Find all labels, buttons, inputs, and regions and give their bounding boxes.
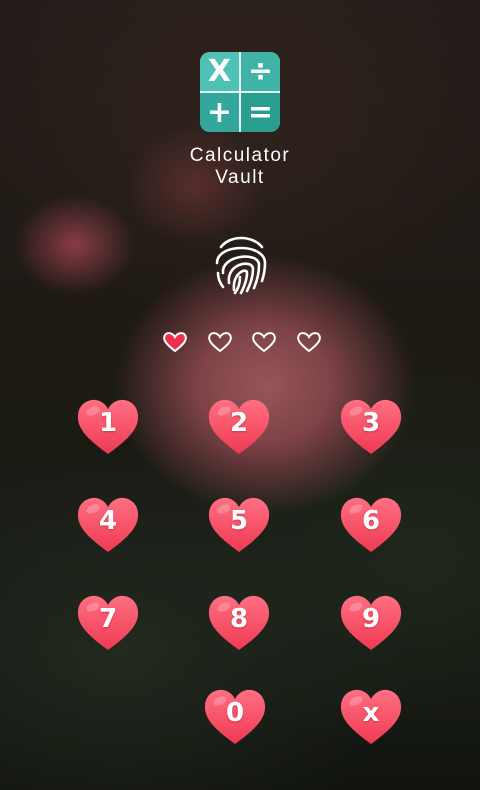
key-delete-button[interactable]: x bbox=[339, 688, 403, 746]
calculator-logo-icon: X ÷ + = bbox=[200, 52, 280, 132]
app-title: Calculator Vault bbox=[140, 145, 340, 189]
pin-dot-2-heart-outline-icon bbox=[207, 332, 232, 353]
key-label: 3 bbox=[361, 408, 381, 438]
pin-dot-4-heart-outline-icon bbox=[297, 332, 321, 353]
key-2-button[interactable]: 2 bbox=[207, 398, 271, 456]
key-label: 5 bbox=[229, 506, 249, 536]
key-7-button[interactable]: 7 bbox=[76, 594, 140, 652]
key-6-button[interactable]: 6 bbox=[339, 496, 403, 554]
key-label: 9 bbox=[361, 604, 381, 634]
app-title-line2: Vault bbox=[215, 167, 265, 188]
key-3-button[interactable]: 3 bbox=[339, 398, 403, 456]
logo-equals-symbol: = bbox=[241, 93, 280, 132]
key-label: 4 bbox=[98, 506, 118, 536]
key-label: 0 bbox=[225, 698, 245, 728]
key-1-button[interactable]: 1 bbox=[76, 398, 140, 456]
key-label: 1 bbox=[98, 408, 118, 438]
key-label: 6 bbox=[361, 506, 381, 536]
key-4-button[interactable]: 4 bbox=[76, 496, 140, 554]
key-9-button[interactable]: 9 bbox=[339, 594, 403, 652]
app-title-line1: Calculator bbox=[189, 145, 291, 166]
logo-divide-symbol: ÷ bbox=[241, 52, 280, 91]
key-label: 2 bbox=[229, 408, 249, 438]
key-label: 8 bbox=[229, 604, 249, 634]
pin-dot-3-heart-outline-icon bbox=[252, 332, 277, 353]
pin-indicator bbox=[162, 330, 322, 356]
key-label: 7 bbox=[98, 604, 118, 634]
key-label: x bbox=[362, 698, 380, 728]
fingerprint-icon[interactable] bbox=[212, 233, 270, 295]
key-0-button[interactable]: 0 bbox=[203, 688, 267, 746]
logo-multiply-symbol: X bbox=[200, 52, 239, 91]
key-5-button[interactable]: 5 bbox=[207, 496, 271, 554]
pin-dot-1-heart-outline-icon bbox=[163, 332, 187, 353]
key-8-button[interactable]: 8 bbox=[207, 594, 271, 652]
logo-plus-symbol: + bbox=[200, 93, 239, 132]
